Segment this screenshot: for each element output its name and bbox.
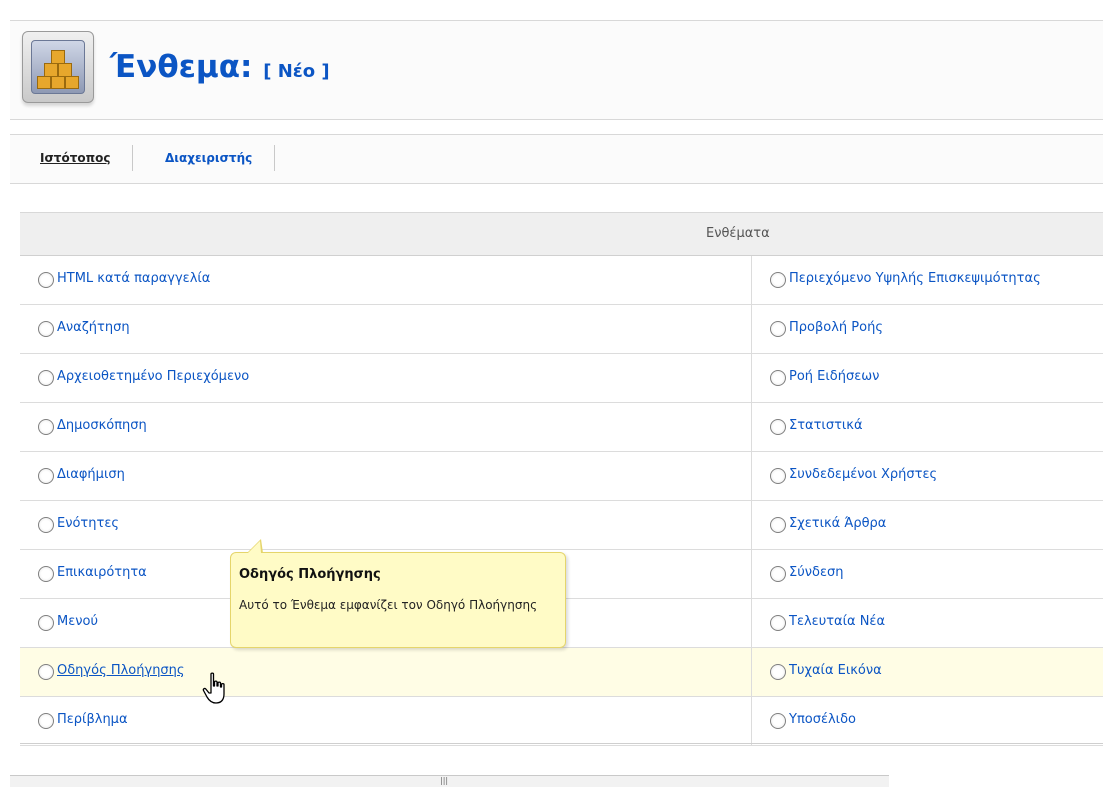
radio-button[interactable] [38, 566, 54, 582]
tooltip: Οδηγός Πλοήγησης Αυτό το Ένθεμα εμφανίζε… [230, 539, 566, 648]
module-option-login[interactable]: Σύνδεση [752, 550, 1103, 598]
module-label[interactable]: HTML κατά παραγγελία [57, 271, 210, 286]
radio-button[interactable] [770, 468, 786, 484]
radio-button[interactable] [770, 272, 786, 288]
module-label[interactable]: Επικαιρότητα [57, 565, 147, 580]
client-tabs: Ιστότοπος Διαχειριστής [10, 134, 1103, 184]
table-row: Ενότητες Σχετικά Άρθρα [20, 501, 1103, 550]
table-row: Διαφήμιση Συνδεδεμένοι Χρήστες [20, 452, 1103, 501]
radio-button[interactable] [38, 272, 54, 288]
radio-button[interactable] [770, 321, 786, 337]
module-option-footer[interactable]: Υποσέλιδο [752, 697, 1103, 745]
scrollbar-grip[interactable]: ||| [440, 776, 448, 785]
module-label[interactable]: Σύνδεση [789, 565, 843, 580]
page-title-text: Ένθεμα: [110, 49, 253, 85]
module-option-most-read[interactable]: Περιεχόμενο Υψηλής Επισκεψιμότητας [752, 256, 1103, 304]
radio-button[interactable] [770, 370, 786, 386]
module-option-poll[interactable]: Δημοσκόπηση [20, 403, 752, 451]
module-label[interactable]: Ενότητες [57, 516, 119, 531]
radio-button[interactable] [770, 664, 786, 680]
module-option-feed-display[interactable]: Προβολή Ροής [752, 305, 1103, 353]
radio-button[interactable] [770, 566, 786, 582]
page-subtitle: [ Νέο ] [263, 61, 330, 82]
radio-button[interactable] [38, 615, 54, 631]
radio-button[interactable] [38, 419, 54, 435]
module-option-wrapper[interactable]: Περίβλημα [20, 697, 752, 745]
tooltip-title: Οδηγός Πλοήγησης [239, 567, 381, 582]
radio-button[interactable] [770, 615, 786, 631]
module-label[interactable]: Οδηγός Πλοήγησης [57, 663, 185, 678]
radio-button[interactable] [38, 321, 54, 337]
module-option-archived-content[interactable]: Αρχειοθετημένο Περιεχόμενο [20, 354, 752, 402]
module-label[interactable]: Αρχειοθετημένο Περιεχόμενο [57, 369, 249, 384]
module-option-random-image[interactable]: Τυχαία Εικόνα [752, 648, 1103, 696]
module-option-related-articles[interactable]: Σχετικά Άρθρα [752, 501, 1103, 549]
module-label[interactable]: Μενού [57, 614, 98, 629]
module-label[interactable]: Τελευταία Νέα [789, 614, 885, 629]
module-boxes-icon [22, 31, 94, 103]
table-row: Αρχειοθετημένο Περιεχόμενο Ροή Ειδήσεων [20, 354, 1103, 403]
module-option-custom-html[interactable]: HTML κατά παραγγελία [20, 256, 752, 304]
table-bottom-border [20, 743, 1103, 744]
page-header: Ένθεμα: [ Νέο ] [10, 20, 1103, 120]
hand-cursor-icon [202, 672, 225, 704]
radio-button[interactable] [770, 419, 786, 435]
table-row: Αναζήτηση Προβολή Ροής [20, 305, 1103, 354]
module-new-page: Ένθεμα: [ Νέο ] Ιστότοπος Διαχειριστής Ε… [0, 0, 1103, 787]
tooltip-body: Αυτό το Ένθεμα εμφανίζει τον Οδηγό Πλοήγ… [239, 598, 538, 612]
module-label[interactable]: Στατιστικά [789, 418, 863, 433]
table-header: Ενθέματα [20, 213, 1103, 256]
table-row: Περίβλημα Υποσέλιδο [20, 697, 1103, 746]
radio-button[interactable] [38, 664, 54, 680]
module-label[interactable]: Προβολή Ροής [789, 320, 883, 335]
module-option-search[interactable]: Αναζήτηση [20, 305, 752, 353]
module-label[interactable]: Συνδεδεμένοι Χρήστες [789, 467, 937, 482]
table-header-label: Ενθέματα [706, 226, 770, 241]
module-label[interactable]: Διαφήμιση [57, 467, 125, 482]
module-label[interactable]: Σχετικά Άρθρα [789, 516, 886, 531]
module-label[interactable]: Αναζήτηση [57, 320, 130, 335]
module-option-latest-news[interactable]: Τελευταία Νέα [752, 599, 1103, 647]
tab-site[interactable]: Ιστότοπος [16, 145, 134, 171]
table-row-hovered: Οδηγός Πλοήγησης Τυχαία Εικόνα [20, 648, 1103, 697]
module-label[interactable]: Δημοσκόπηση [57, 418, 147, 433]
module-label[interactable]: Ροή Ειδήσεων [789, 369, 879, 384]
module-option-whos-online[interactable]: Συνδεδεμένοι Χρήστες [752, 452, 1103, 500]
module-label[interactable]: Τυχαία Εικόνα [789, 663, 882, 678]
tab-administrator[interactable]: Διαχειριστής [141, 145, 276, 171]
table-row: Δημοσκόπηση Στατιστικά [20, 403, 1103, 452]
table-row: HTML κατά παραγγελία Περιεχόμενο Υψηλής … [20, 256, 1103, 305]
module-label[interactable]: Υποσέλιδο [789, 712, 856, 727]
module-option-statistics[interactable]: Στατιστικά [752, 403, 1103, 451]
module-option-banner[interactable]: Διαφήμιση [20, 452, 752, 500]
radio-button[interactable] [38, 370, 54, 386]
modules-table: Ενθέματα HTML κατά παραγγελία Περιεχόμεν… [20, 212, 1103, 746]
module-option-sections[interactable]: Ενότητες [20, 501, 752, 549]
radio-button[interactable] [38, 468, 54, 484]
horizontal-scrollbar[interactable]: ||| [10, 775, 889, 787]
radio-button[interactable] [770, 713, 786, 729]
radio-button[interactable] [38, 713, 54, 729]
radio-button[interactable] [38, 517, 54, 533]
module-option-newsfeed[interactable]: Ροή Ειδήσεων [752, 354, 1103, 402]
module-label[interactable]: Περιεχόμενο Υψηλής Επισκεψιμότητας [789, 271, 1041, 286]
module-label[interactable]: Περίβλημα [57, 712, 128, 727]
page-title: Ένθεμα: [ Νέο ] [110, 49, 330, 85]
radio-button[interactable] [770, 517, 786, 533]
module-option-breadcrumbs[interactable]: Οδηγός Πλοήγησης [20, 648, 752, 696]
